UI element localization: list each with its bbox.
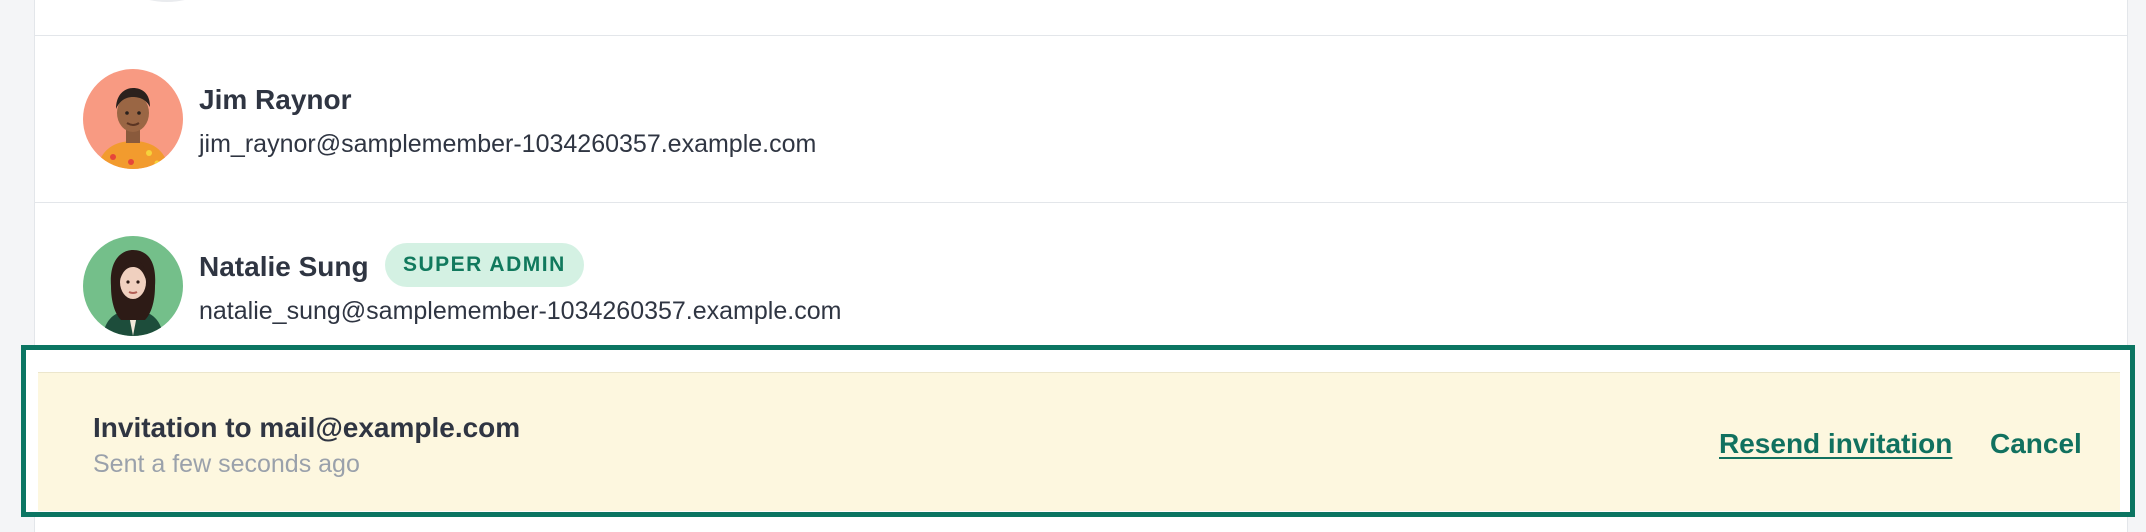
pending-invitation-highlight: Invitation to mail@example.com Sent a fe… <box>21 345 2135 517</box>
member-email: jim_raynor@samplemember-1034260357.examp… <box>199 130 817 158</box>
member-name: Jim Raynor <box>199 84 352 115</box>
invitation-sent-time: Sent a few seconds ago <box>93 450 360 478</box>
member-row-jim-raynor: Jim Raynor jim_raynor@samplemember-10342… <box>35 36 2127 203</box>
avatar <box>117 0 217 2</box>
avatar <box>83 69 183 169</box>
member-email: natalie_sung@samplemember-1034260357.exa… <box>199 297 842 325</box>
member-name: Natalie Sung <box>199 251 369 282</box>
pending-invitation-row: Invitation to mail@example.com Sent a fe… <box>38 372 2120 511</box>
resend-invitation-link[interactable]: Resend invitation <box>1719 428 1952 460</box>
previous-member-row <box>35 0 2127 36</box>
avatar <box>83 236 183 336</box>
super-admin-badge: SUPER ADMIN <box>385 243 584 287</box>
cancel-invitation-link[interactable]: Cancel <box>1990 428 2082 460</box>
invitation-title: Invitation to mail@example.com <box>93 412 521 443</box>
